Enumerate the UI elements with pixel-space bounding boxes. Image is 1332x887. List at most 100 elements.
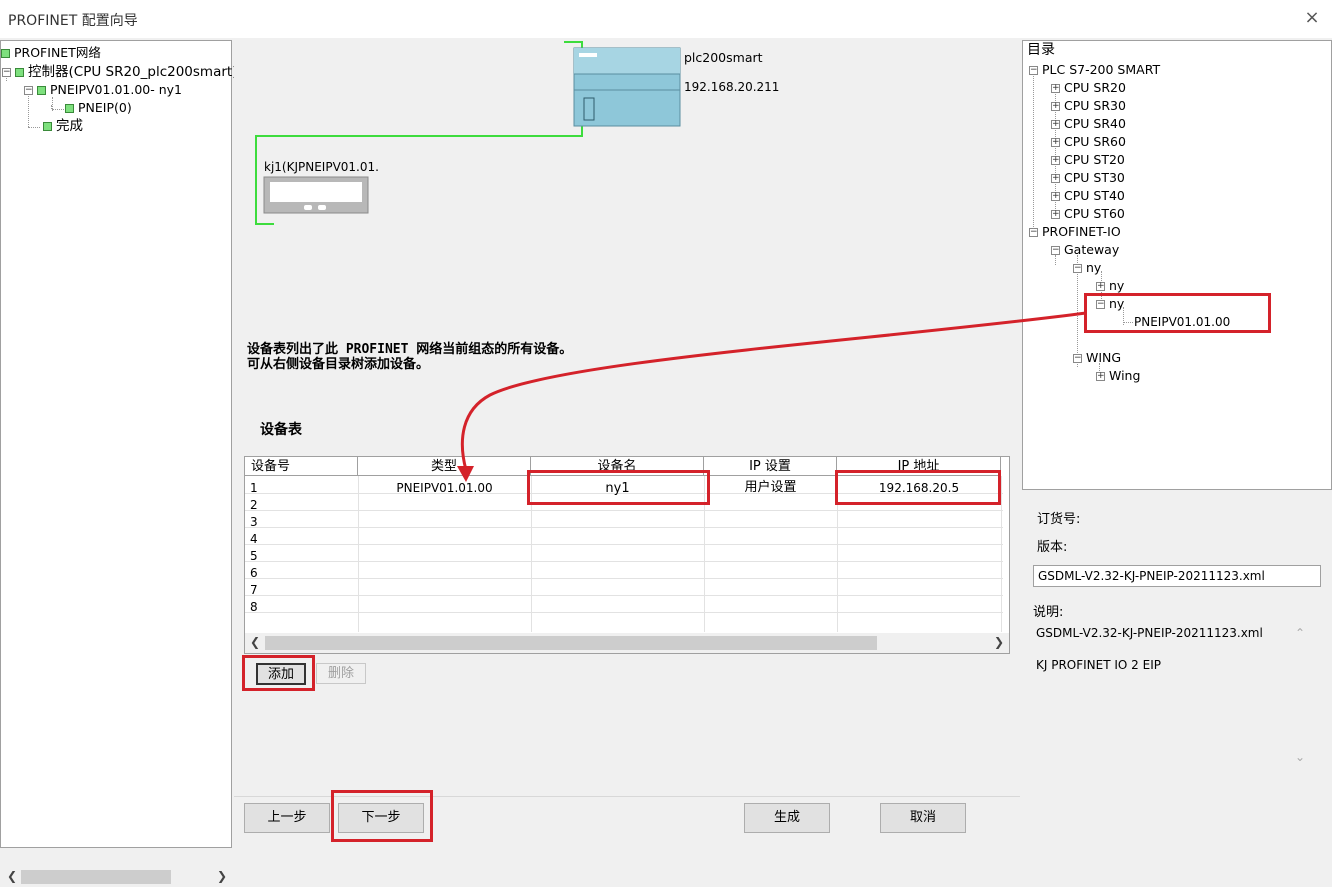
description-box[interactable]: GSDML-V2.32-KJ-PNEIP-20211123.xml KJ PRO… <box>1030 620 1322 770</box>
collapse-icon[interactable]: − <box>1096 300 1105 309</box>
collapse-icon[interactable]: − <box>1073 354 1082 363</box>
node-icon <box>1 49 10 58</box>
expand-icon[interactable]: + <box>1096 372 1105 381</box>
expand-icon[interactable]: + <box>1051 84 1060 93</box>
expand-icon[interactable]: + <box>1051 120 1060 129</box>
catalog-item-wing[interactable]: + Wing <box>1096 367 1140 385</box>
plc-ip: 192.168.20.211 <box>684 80 780 94</box>
version-label: 版本: <box>1037 540 1068 555</box>
catalog-item-wing-group[interactable]: − WING <box>1073 349 1121 367</box>
table-row[interactable]: 2 <box>250 497 258 514</box>
divider <box>234 796 1020 797</box>
expand-icon[interactable]: + <box>1096 282 1105 291</box>
scroll-left-icon[interactable]: ❮ <box>7 869 17 883</box>
generate-button[interactable]: 生成 <box>744 803 830 833</box>
catalog-item-cpu[interactable]: + CPU ST60 <box>1051 205 1125 223</box>
version-field[interactable]: GSDML-V2.32-KJ-PNEIP-20211123.xml <box>1033 565 1321 587</box>
collapse-icon[interactable]: − <box>1051 246 1060 255</box>
description-text-1: GSDML-V2.32-KJ-PNEIP-20211123.xml <box>1036 626 1263 640</box>
collapse-icon[interactable]: − <box>1029 228 1038 237</box>
table-hscrollbar[interactable]: ❮ ❯ <box>245 633 1009 653</box>
cell-device-name[interactable]: ny1 <box>531 480 704 497</box>
tree-item-pneip-device[interactable]: − PNEIPV01.01.00- ny1 <box>24 81 182 99</box>
description-text-2: KJ PROFINET IO 2 EIP <box>1036 658 1161 672</box>
node-icon <box>37 86 46 95</box>
node-icon <box>65 104 74 113</box>
catalog-item-cpu[interactable]: + CPU ST30 <box>1051 169 1125 187</box>
scroll-thumb[interactable] <box>21 870 171 884</box>
plc-name: plc200smart <box>684 50 763 65</box>
table-row[interactable]: 7 <box>250 582 258 599</box>
catalog-item-gateway[interactable]: − Gateway <box>1051 241 1119 259</box>
collapse-icon[interactable]: − <box>1029 66 1038 75</box>
cell-ip-setting[interactable]: 用户设置 <box>704 479 837 496</box>
scroll-left-icon[interactable]: ❮ <box>250 635 260 649</box>
title-bar <box>0 0 1332 38</box>
catalog-item-pneipv[interactable]: PNEIPV01.01.00 <box>1134 313 1230 331</box>
table-row[interactable]: 5 <box>250 548 258 565</box>
tree-item-finish[interactable]: 完成 <box>43 117 83 135</box>
tree-item-controller[interactable]: − 控制器(CPU SR20_plc200smart) <box>2 63 237 81</box>
catalog-item-cpu[interactable]: + CPU SR60 <box>1051 133 1126 151</box>
collapse-icon[interactable]: − <box>2 67 11 77</box>
table-row[interactable]: 6 <box>250 565 258 582</box>
table-row[interactable]: 4 <box>250 531 258 548</box>
device-table: 设备号 类型 设备名 IP 设置 IP 地址 1 PNEIPV01.01.00 … <box>244 456 1010 654</box>
column-header-type[interactable]: 类型 <box>358 457 531 476</box>
scroll-down-icon[interactable]: ⌄ <box>1295 750 1305 764</box>
collapse-icon[interactable]: − <box>24 86 33 95</box>
scroll-thumb[interactable] <box>265 636 877 650</box>
cell-ip-address[interactable]: 192.168.20.5 <box>837 480 1001 497</box>
plc-icon[interactable] <box>573 47 681 127</box>
cell-type: PNEIPV01.01.00 <box>396 481 493 495</box>
catalog-item-cpu[interactable]: + CPU ST20 <box>1051 151 1125 169</box>
description-line-2: 可从右侧设备目录树添加设备。 <box>247 357 430 372</box>
cell-no: 1 <box>250 481 258 495</box>
catalog-item-ny-expanded[interactable]: − ny <box>1096 295 1124 313</box>
add-button[interactable]: 添加 <box>256 663 306 685</box>
catalog-item-cpu[interactable]: + CPU SR30 <box>1051 97 1126 115</box>
node-icon <box>43 121 52 131</box>
catalog-item-cpu[interactable]: + CPU SR20 <box>1051 79 1126 97</box>
catalog-item-profinet-io[interactable]: − PROFINET-IO <box>1029 223 1121 241</box>
scroll-right-icon[interactable]: ❯ <box>217 869 227 883</box>
scroll-right-icon[interactable]: ❯ <box>994 635 1004 649</box>
collapse-icon[interactable]: − <box>1073 264 1082 273</box>
column-header-ip-setting[interactable]: IP 设置 <box>704 457 837 476</box>
column-header-no[interactable]: 设备号 <box>245 457 358 476</box>
expand-icon[interactable]: + <box>1051 102 1060 111</box>
delete-button[interactable]: 删除 <box>316 663 366 684</box>
device-icon[interactable] <box>263 176 369 214</box>
scroll-up-icon[interactable]: ⌃ <box>1295 626 1305 640</box>
catalog-root[interactable]: 目录 <box>1027 41 1055 59</box>
expand-icon[interactable]: + <box>1051 192 1060 201</box>
catalog-item-ny-collapsed[interactable]: + ny <box>1096 277 1124 295</box>
cancel-button[interactable]: 取消 <box>880 803 966 833</box>
tree-item-profinet-network[interactable]: PROFINET网络 <box>1 44 101 62</box>
catalog-item-cpu[interactable]: + CPU ST40 <box>1051 187 1125 205</box>
tree-item-pneip-module[interactable]: PNEIP(0) <box>65 99 132 117</box>
catalog-tree: 目录 − PLC S7-200 SMART + CPU SR20 + CPU SR30… <box>1022 40 1332 490</box>
node-icon <box>15 67 24 77</box>
next-button[interactable]: 下一步 <box>338 803 424 833</box>
table-row[interactable]: 8 <box>250 599 258 616</box>
device-table-title: 设备表 <box>260 422 302 438</box>
order-number-label: 订货号: <box>1037 512 1081 527</box>
catalog-item-cpu[interactable]: + CPU SR40 <box>1051 115 1126 133</box>
column-header-ip-address[interactable]: IP 地址 <box>837 457 1001 476</box>
device-label: kj1(KJPNEIPV01.01. <box>264 160 379 174</box>
left-tree-hscrollbar[interactable]: ❮ ❯ <box>3 867 231 887</box>
network-tree: PROFINET网络 − 控制器(CPU SR20_plc200smart) − P… <box>0 40 237 887</box>
prev-button[interactable]: 上一步 <box>244 803 330 833</box>
network-topology <box>255 41 681 225</box>
description-label: 说明: <box>1033 605 1064 620</box>
close-icon[interactable]: × <box>1300 6 1324 30</box>
expand-icon[interactable]: + <box>1051 138 1060 147</box>
table-row[interactable]: 3 <box>250 514 258 531</box>
column-header-name[interactable]: 设备名 <box>531 457 704 476</box>
expand-icon[interactable]: + <box>1051 174 1060 183</box>
catalog-item-plc-family[interactable]: − PLC S7-200 SMART <box>1029 61 1160 79</box>
expand-icon[interactable]: + <box>1051 210 1060 219</box>
expand-icon[interactable]: + <box>1051 156 1060 165</box>
catalog-item-ny-group[interactable]: − ny <box>1073 259 1101 277</box>
